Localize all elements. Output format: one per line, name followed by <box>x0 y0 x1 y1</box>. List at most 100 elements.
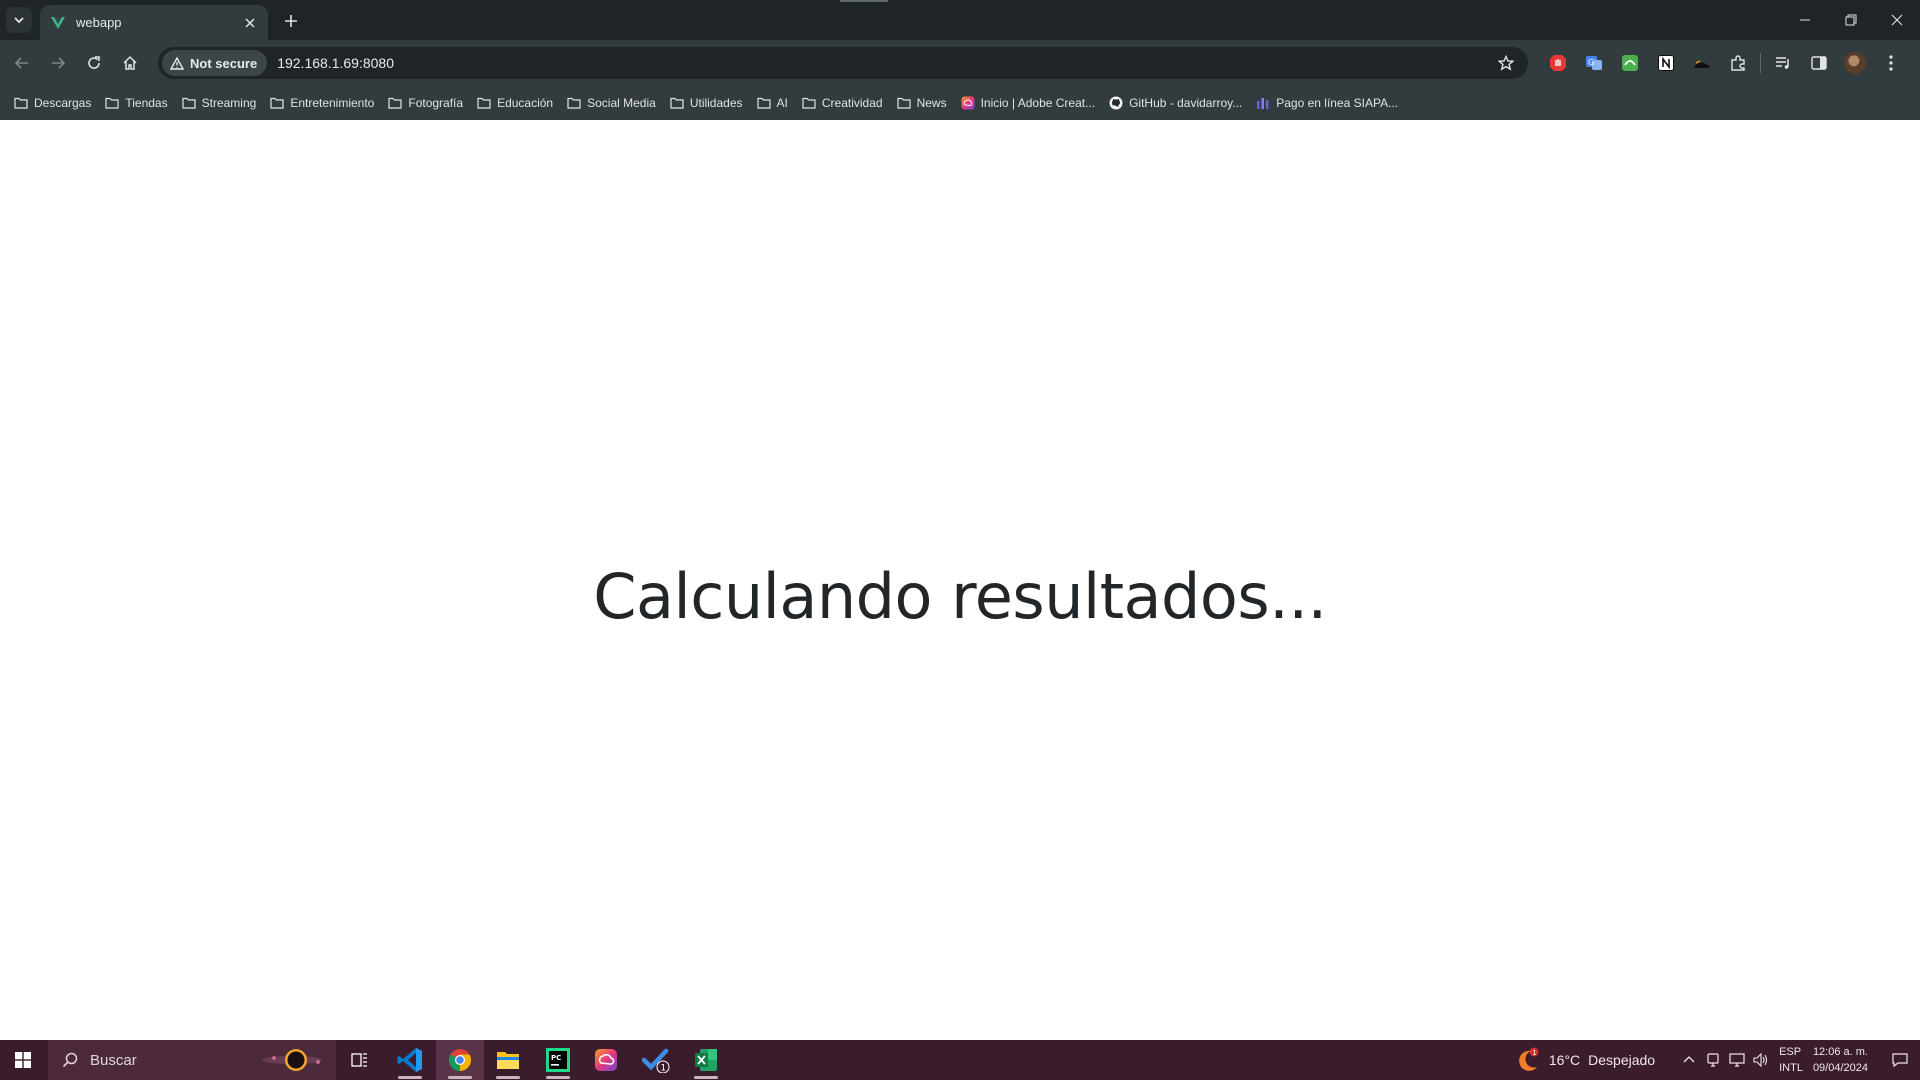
bookmark-item[interactable]: Educación <box>475 90 560 116</box>
excel-icon <box>695 1049 717 1071</box>
show-hidden-icons-button[interactable] <box>1677 1040 1701 1080</box>
ext-notion[interactable] <box>1648 49 1684 77</box>
bookmark-item[interactable]: Creatividad <box>800 90 890 116</box>
taskbar-app-pycharm[interactable]: PC <box>534 1040 582 1080</box>
ext-stop-hand[interactable] <box>1540 49 1576 77</box>
bookmark-item[interactable]: Tiendas <box>103 90 174 116</box>
tray-device-icon-button[interactable] <box>1701 1040 1725 1080</box>
search-icon <box>62 1052 78 1068</box>
arrow-left-icon <box>14 57 28 69</box>
reload-button[interactable] <box>80 49 108 77</box>
windows-logo-icon <box>15 1052 31 1068</box>
bookmark-label: Tiendas <box>125 96 168 110</box>
warning-icon <box>170 56 184 70</box>
reload-icon <box>88 56 100 69</box>
extensions-area: G <box>1540 49 1909 77</box>
svg-text:G: G <box>1588 58 1594 67</box>
security-indicator[interactable]: Not secure <box>162 50 268 76</box>
minimize-button[interactable] <box>1782 0 1828 40</box>
start-button[interactable] <box>0 1040 46 1080</box>
taskbar-app-creative-cloud[interactable] <box>582 1040 630 1080</box>
profile-button[interactable] <box>1837 49 1873 77</box>
taskbar-clock[interactable]: 12:06 a. m. 09/04/2024 <box>1813 1044 1868 1076</box>
playlist-icon <box>1776 57 1789 69</box>
media-controls-button[interactable] <box>1765 49 1801 77</box>
green-extension-icon <box>1622 55 1638 71</box>
close-icon <box>245 17 255 28</box>
bookmark-item[interactable]: Streaming <box>180 90 264 116</box>
siapa-icon <box>1256 96 1270 110</box>
browser-toolbar: Not secure 192.168.1.69:8080 G <box>0 40 1920 86</box>
task-view-button[interactable] <box>336 1040 384 1080</box>
bookmark-item[interactable]: Entretenimiento <box>268 90 381 116</box>
bookmark-item[interactable]: Pago en línea SIAPA... <box>1254 90 1405 116</box>
browser-tab-active[interactable]: webapp <box>40 5 268 40</box>
home-button[interactable] <box>116 49 144 77</box>
folder-icon <box>182 97 196 109</box>
address-bar[interactable]: Not secure 192.168.1.69:8080 <box>158 47 1528 79</box>
bookmark-label: News <box>916 96 947 110</box>
vscode-icon <box>397 1048 422 1072</box>
close-window-button[interactable] <box>1874 0 1920 40</box>
system-tray: 1 16°C Despejado ESP INTL 12:06 a. m. 09… <box>1515 1040 1920 1080</box>
volume-button[interactable] <box>1749 1040 1773 1080</box>
todo-check-icon: 1 <box>642 1048 670 1073</box>
notification-center-button[interactable] <box>1880 1040 1920 1080</box>
forward-button[interactable] <box>44 49 72 77</box>
bookmark-item[interactable]: Descargas <box>12 90 98 116</box>
folder-icon <box>670 97 684 109</box>
new-tab-button[interactable] <box>278 8 304 34</box>
taskbar-app-todo[interactable]: 1 <box>632 1040 680 1080</box>
bookmark-item[interactable]: Inicio | Adobe Creat... <box>959 90 1103 116</box>
bookmark-label: Creatividad <box>821 96 883 110</box>
stop-hand-icon <box>1550 55 1566 71</box>
bookmark-item[interactable]: Fotografía <box>386 90 470 116</box>
bookmark-item[interactable]: Social Media <box>565 90 663 116</box>
weather-moon-icon: 1 <box>1519 1047 1539 1071</box>
restore-icon <box>1845 14 1857 26</box>
app-running-indicator <box>546 1076 570 1079</box>
language-code: ESP <box>1779 1046 1802 1058</box>
bookmark-label: Pago en línea SIAPA... <box>1276 96 1399 110</box>
bookmark-item[interactable]: News <box>895 90 954 116</box>
chrome-menu-button[interactable] <box>1873 49 1909 77</box>
notification-icon <box>1892 1053 1908 1068</box>
ext-translate[interactable]: G <box>1576 49 1612 77</box>
tab-search-button[interactable] <box>6 7 32 33</box>
taskbar-app-vscode[interactable] <box>386 1040 434 1080</box>
taskbar-app-excel[interactable] <box>682 1040 730 1080</box>
bookmark-label: AI <box>776 96 788 110</box>
weather-widget[interactable]: 1 16°C Despejado <box>1515 1047 1655 1073</box>
bookmark-star-button[interactable] <box>1492 49 1520 77</box>
folder-icon <box>756 97 771 109</box>
back-button[interactable] <box>8 49 36 77</box>
pycharm-icon: PC <box>546 1048 570 1072</box>
close-icon <box>1891 14 1903 26</box>
adobe-cc-icon <box>961 96 975 110</box>
network-button[interactable] <box>1725 1040 1749 1080</box>
folder-icon <box>896 97 911 109</box>
tab-close-button[interactable] <box>240 13 260 33</box>
taskbar-app-file-explorer[interactable] <box>484 1040 532 1080</box>
url-text[interactable]: 192.168.1.69:8080 <box>277 55 1492 71</box>
side-panel-button[interactable] <box>1801 49 1837 77</box>
restore-button[interactable] <box>1828 0 1874 40</box>
bookmark-item[interactable]: GitHub - davidarroy... <box>1107 90 1249 116</box>
input-language-indicator[interactable]: ESP INTL <box>1779 1044 1803 1076</box>
chevron-up-icon <box>1683 1056 1695 1063</box>
keyboard-layout: INTL <box>1779 1062 1803 1074</box>
bookmark-item[interactable]: AI <box>755 90 795 116</box>
clock-date: 09/04/2024 <box>1812 1062 1868 1074</box>
ext-dark[interactable] <box>1684 49 1720 77</box>
puzzle-icon <box>1731 55 1745 71</box>
taskbar-app-chrome[interactable] <box>436 1040 484 1080</box>
dark-extension-icon <box>1694 60 1710 68</box>
ext-green[interactable] <box>1612 49 1648 77</box>
search-placeholder: Buscar <box>90 1051 137 1069</box>
chrome-icon <box>449 1049 471 1071</box>
folder-icon <box>388 97 402 109</box>
notion-icon <box>1658 55 1674 71</box>
taskbar-search-box[interactable]: Buscar <box>48 1040 336 1080</box>
extensions-menu-button[interactable] <box>1720 49 1756 77</box>
bookmark-item[interactable]: Utilidades <box>668 90 750 116</box>
